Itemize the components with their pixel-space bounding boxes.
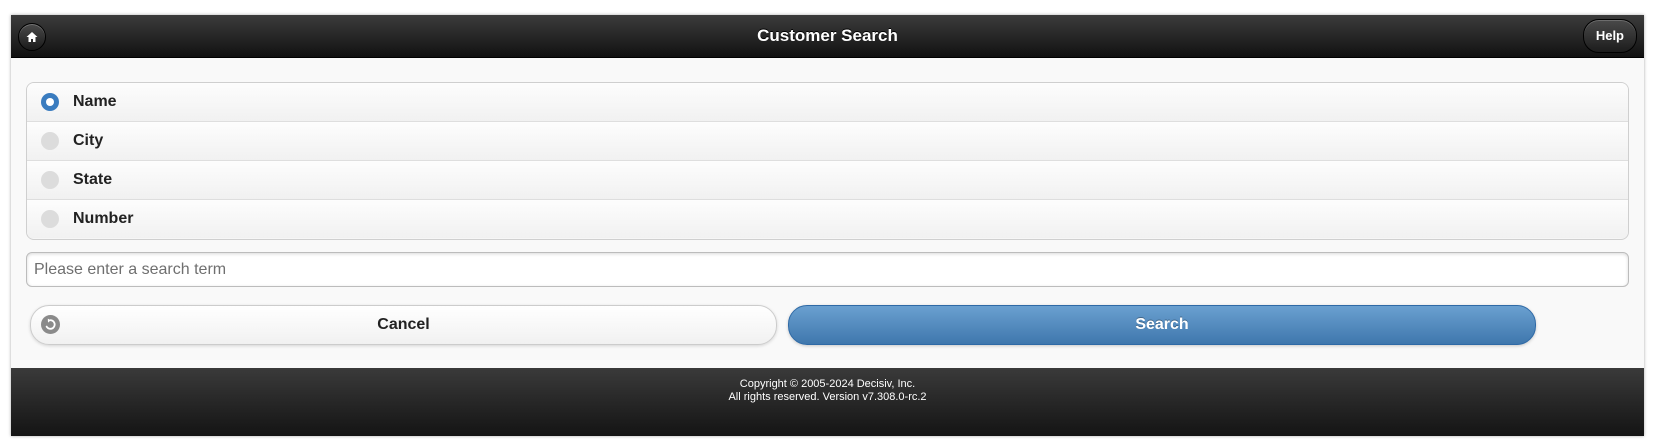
radio-label: City [73, 132, 104, 149]
radio-label: Number [73, 210, 134, 227]
radio-option-name[interactable]: Name [27, 83, 1628, 122]
cancel-button[interactable]: Cancel [30, 305, 777, 345]
footer: Copyright © 2005-2024 Decisiv, Inc. All … [11, 368, 1644, 436]
radio-unchecked-icon [41, 171, 59, 189]
search-type-radio-group: Name City State Number [26, 82, 1629, 240]
radio-label: State [73, 171, 113, 188]
search-label: Search [1135, 316, 1189, 333]
page-title: Customer Search [757, 26, 898, 45]
radio-unchecked-icon [41, 132, 59, 150]
radio-option-state[interactable]: State [27, 161, 1628, 200]
radio-option-number[interactable]: Number [27, 200, 1628, 238]
radio-label: Name [73, 93, 117, 110]
radio-checked-icon [41, 93, 59, 111]
header-bar: Customer Search Help [11, 15, 1644, 58]
radio-unchecked-icon [41, 210, 59, 228]
version-text: All rights reserved. Version v7.308.0-rc… [728, 391, 927, 403]
radio-option-city[interactable]: City [27, 122, 1628, 161]
search-button[interactable]: Search [788, 305, 1536, 345]
app-frame: Customer Search Help Name City State Num… [11, 15, 1644, 436]
help-button[interactable]: Help [1582, 19, 1637, 53]
cancel-label: Cancel [377, 316, 430, 333]
copyright-text: Copyright © 2005-2024 Decisiv, Inc. [739, 378, 916, 390]
search-input[interactable] [26, 252, 1629, 287]
